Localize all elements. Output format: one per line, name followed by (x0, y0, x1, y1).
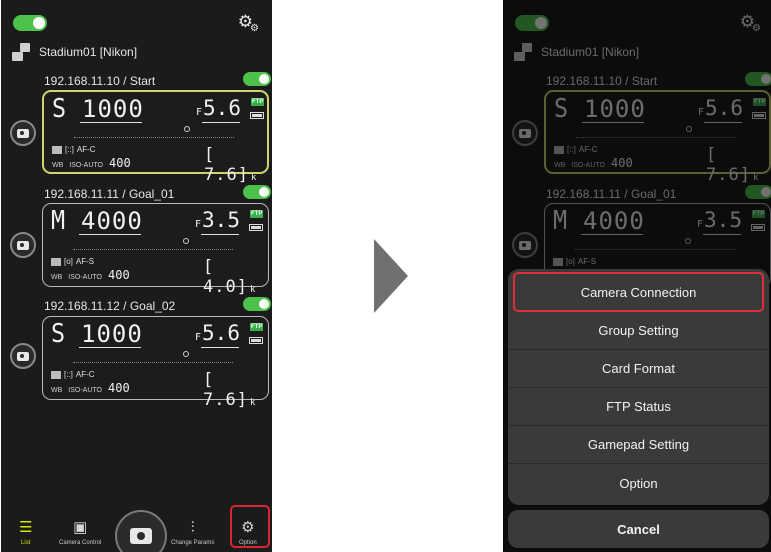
tab-list[interactable]: ☰ List (19, 520, 32, 546)
battery-icon (250, 112, 264, 119)
menu-item-group-setting[interactable]: Group Setting (508, 312, 769, 350)
camera-label: 192.168.11.11 / Goal_01 (44, 187, 175, 201)
group-shutter-button[interactable] (115, 510, 167, 552)
group-name: Stadium01 [Nikon] (39, 45, 138, 59)
shutter-speed: 1000 (81, 320, 143, 348)
tab-change-params[interactable]: ⫶ Change Params (171, 520, 214, 546)
shutter-speed: 1000 (82, 95, 144, 123)
camera-shutter-button[interactable] (10, 232, 36, 258)
frames-remaining: [ 7.6]k (204, 145, 258, 185)
metering-icon (51, 370, 61, 379)
iso-readout: WBISO-AUTO400 (51, 268, 130, 282)
af-mode: [::]AF-C (51, 370, 95, 379)
exposure-scale (73, 238, 233, 250)
camera-lcd-panel[interactable]: S 1000 F5.6 FTP [::]AF-C WBISO-AUTO400 [… (42, 90, 269, 185)
af-mode: [o]AF-S (51, 257, 94, 266)
camera-icon (130, 528, 152, 544)
list-icon: ☰ (19, 519, 33, 536)
metering-icon (52, 145, 62, 154)
frames-remaining: [ 7.6]k (203, 370, 257, 410)
metering-icon (51, 257, 61, 266)
settings-gears-icon[interactable]: ⚙⚙ (238, 13, 259, 34)
option-highlight-box (230, 505, 270, 548)
phone-screen-option-menu: ⚙⚙ Stadium01 [Nikon] 192.168.11.10 / Sta… (503, 0, 771, 552)
ftp-badge: FTP (251, 98, 265, 106)
ftp-badge: FTP (250, 323, 264, 331)
camera-lcd-panel[interactable]: S 1000 F5.6 FTP [::]AF-C WBISO-AUTO400 [… (42, 316, 269, 410)
menu-item-camera-connection[interactable]: Camera Connection (513, 272, 764, 312)
aperture-readout: F3.5 (195, 208, 240, 232)
menu-item-option[interactable]: Option (508, 464, 769, 502)
menu-item-card-format[interactable]: Card Format (508, 350, 769, 388)
shutter-speed: 4000 (81, 207, 143, 235)
exposure-mode: S (51, 319, 66, 349)
step-arrow-icon (374, 239, 408, 313)
bottom-tab-bar: ☰ List ▣ Camera Control ⫶ Change Params ⚙ Op… (1, 502, 272, 552)
af-mode: [::]AF-C (52, 145, 96, 154)
group-icon (12, 43, 32, 61)
frames-remaining: [ 4.0] k (203, 257, 257, 297)
camera-toggle[interactable] (243, 185, 271, 199)
menu-item-ftp-status[interactable]: FTP Status (508, 388, 769, 426)
camera-toggle[interactable] (243, 297, 271, 311)
menu-item-gamepad-setting[interactable]: Gamepad Setting (508, 426, 769, 464)
exposure-scale (73, 351, 233, 363)
camera-shutter-button[interactable] (10, 343, 36, 369)
camera-lcd-panel[interactable]: M 4000 F3.5 FTP [o] AF-S WB ISO-AUTO 400 [ … (42, 203, 269, 297)
camera-label: 192.168.11.12 / Goal_02 (44, 299, 176, 313)
ftp-badge: FTP (250, 210, 264, 218)
exposure-scale (74, 126, 234, 138)
camera-shutter-button[interactable] (10, 120, 36, 146)
iso-readout: WBISO-AUTO400 (52, 156, 131, 170)
master-toggle[interactable] (13, 15, 47, 31)
exposure-mode: S (52, 94, 67, 124)
battery-icon (249, 224, 263, 231)
aperture-readout: F5.6 (195, 321, 240, 345)
group-header[interactable]: Stadium01 [Nikon] (12, 41, 137, 63)
phone-screen-main: ⚙⚙ Stadium01 [Nikon] 192.168.11.10 / Sta… (1, 0, 272, 552)
option-action-sheet: Camera Connection Group Setting Card For… (508, 269, 769, 505)
camera-icon (17, 240, 29, 250)
cancel-button[interactable]: Cancel (508, 510, 769, 548)
camera-control-icon: ▣ (73, 519, 88, 536)
iso-readout: WBISO-AUTO400 (51, 381, 130, 395)
camera-label: 192.168.11.10 / Start (44, 74, 156, 88)
sliders-icon: ⫶ (190, 519, 195, 536)
exposure-mode: M (51, 206, 66, 236)
camera-toggle[interactable] (243, 72, 271, 86)
tab-camera-control[interactable]: ▣ Camera Control (59, 520, 101, 546)
camera-icon (17, 128, 29, 138)
battery-icon (249, 337, 263, 344)
camera-icon (17, 351, 29, 361)
aperture-readout: F5.6 (196, 96, 241, 120)
